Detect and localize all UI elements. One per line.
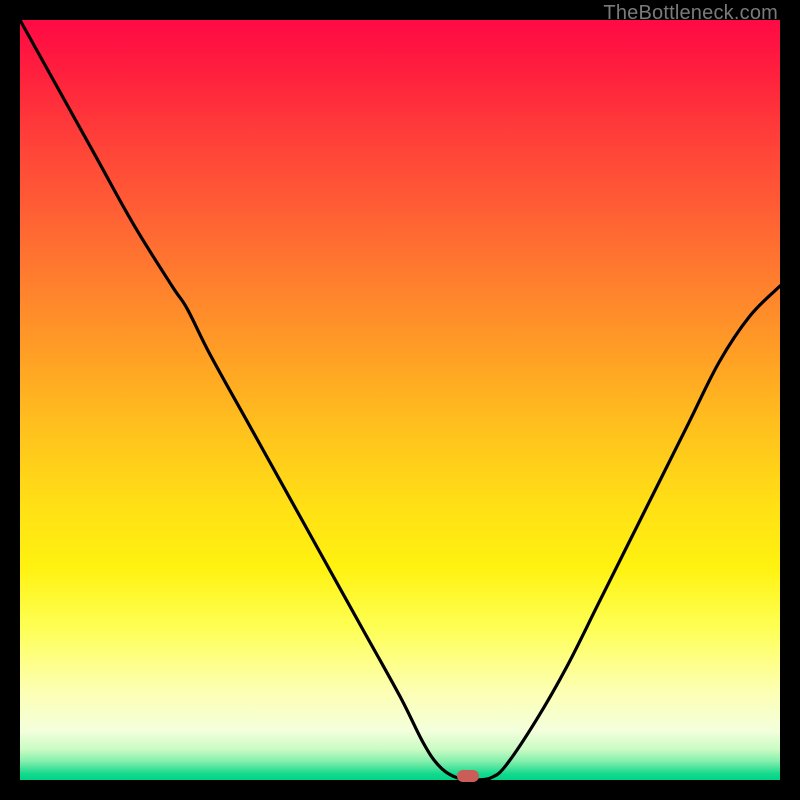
chart-frame: TheBottleneck.com [0,0,800,800]
minimum-marker [457,770,479,782]
plot-area [20,20,780,780]
bottleneck-curve [20,20,780,780]
